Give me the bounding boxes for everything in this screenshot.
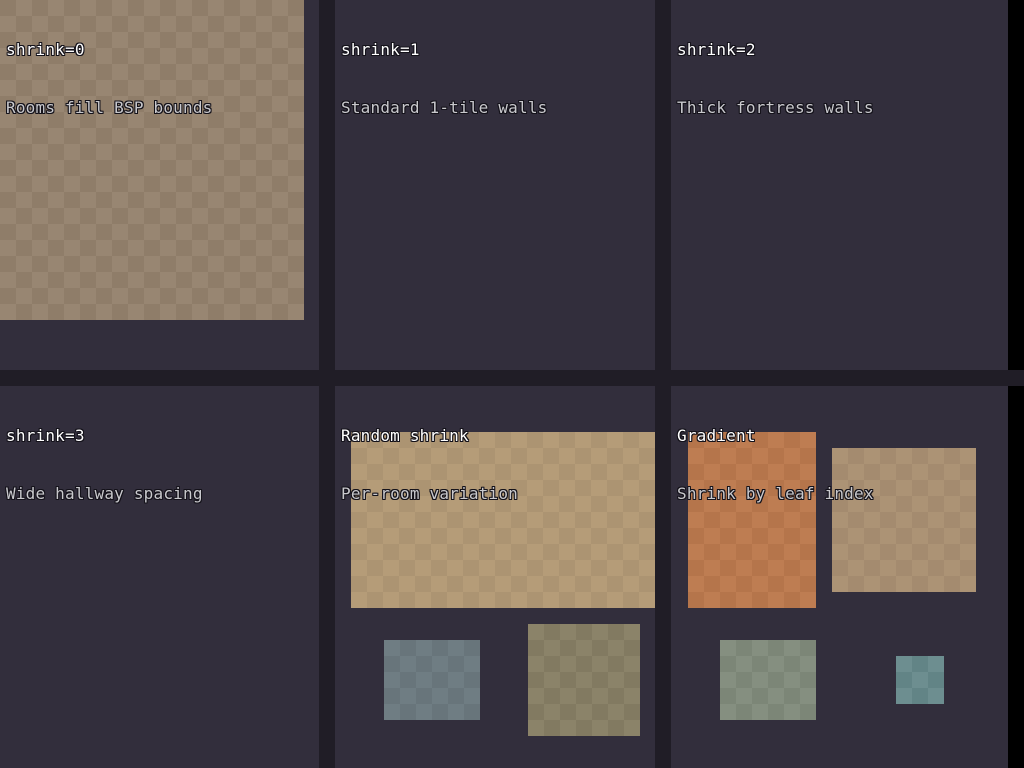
panel-shrink-1: shrink=1 Standard 1-tile walls xyxy=(335,0,655,370)
panel-subtitle: Thick fortress walls xyxy=(677,98,874,118)
room-rect xyxy=(720,640,816,720)
panel-gradient: Gradient Shrink by leaf index xyxy=(671,386,1008,768)
panel-caption: Random shrink Per-room variation xyxy=(341,388,518,542)
panel-shrink-0: shrink=0 Rooms fill BSP bounds xyxy=(0,0,319,370)
room-rect xyxy=(896,656,944,704)
room-rect xyxy=(528,624,640,736)
panel-caption: shrink=1 Standard 1-tile walls xyxy=(341,2,548,156)
panel-caption: shrink=3 Wide hallway spacing xyxy=(6,388,203,542)
panel-title: shrink=2 xyxy=(677,40,874,60)
panel-title: shrink=0 xyxy=(6,40,213,60)
panel-caption: shrink=2 Thick fortress walls xyxy=(677,2,874,156)
panel-caption: shrink=0 Rooms fill BSP bounds xyxy=(6,2,213,156)
room-rect xyxy=(384,640,480,720)
panel-subtitle: Per-room variation xyxy=(341,484,518,504)
panel-subtitle: Wide hallway spacing xyxy=(6,484,203,504)
panel-title: Random shrink xyxy=(341,426,518,446)
panel-subtitle: Standard 1-tile walls xyxy=(341,98,548,118)
panel-subtitle: Shrink by leaf index xyxy=(677,484,874,504)
panel-title: shrink=1 xyxy=(341,40,548,60)
panel-shrink-3: shrink=3 Wide hallway spacing xyxy=(0,386,319,768)
panel-title: shrink=3 xyxy=(6,426,203,446)
panel-title: Gradient xyxy=(677,426,874,446)
panel-shrink-2: shrink=2 Thick fortress walls xyxy=(671,0,1008,370)
right-margin-top xyxy=(1008,0,1024,370)
right-margin-bottom xyxy=(1008,386,1024,768)
panel-subtitle: Rooms fill BSP bounds xyxy=(6,98,213,118)
panel-random-shrink: Random shrink Per-room variation xyxy=(335,386,655,768)
panel-caption: Gradient Shrink by leaf index xyxy=(677,388,874,542)
